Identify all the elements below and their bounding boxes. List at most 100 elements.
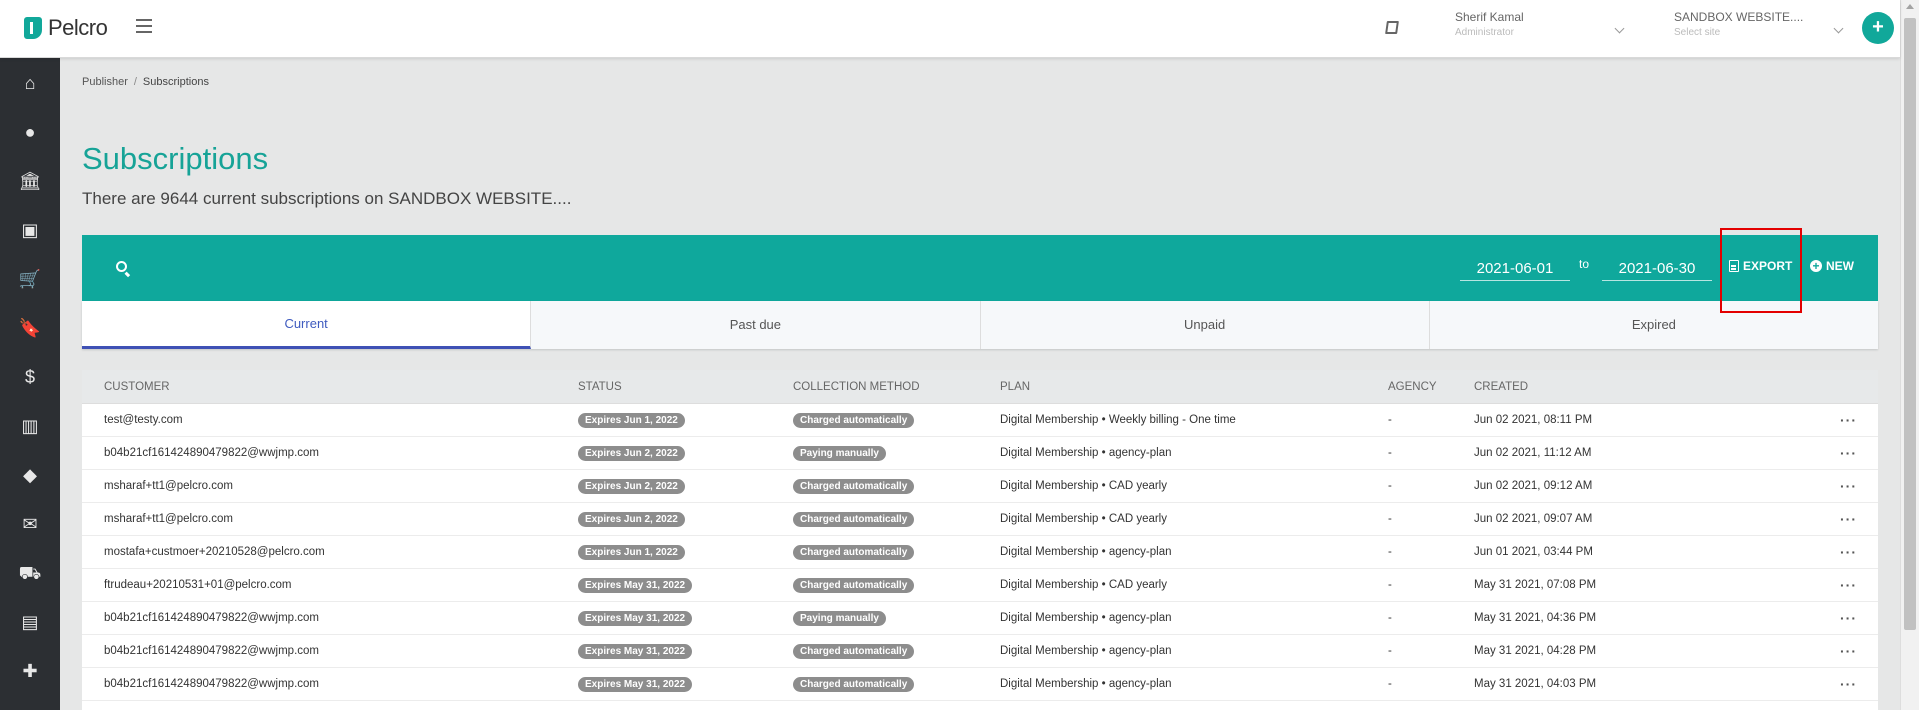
search-icon[interactable]: [116, 261, 127, 272]
table-row[interactable]: b04b21cf161424890479822@wwjmp.com Expires…: [82, 437, 1878, 470]
row-actions-icon[interactable]: ···: [1840, 643, 1857, 659]
tab-current[interactable]: Current: [82, 301, 532, 349]
cell-created: May 31 2021, 04:28 PM: [1474, 645, 1597, 657]
row-actions-icon[interactable]: ···: [1840, 610, 1857, 626]
sidebar-item-chart[interactable]: ▥: [0, 401, 60, 450]
cell-created: Jun 02 2021, 11:12 AM: [1474, 447, 1592, 459]
cell-agency: -: [1388, 546, 1392, 558]
tab-past-due[interactable]: Past due: [531, 301, 981, 349]
bookmark-icon: 🔖: [18, 317, 42, 338]
new-button[interactable]: + NEW: [1810, 259, 1854, 273]
breadcrumb-separator: /: [133, 76, 137, 88]
page-scrollbar[interactable]: [1900, 0, 1919, 710]
header-created[interactable]: CREATED: [1474, 381, 1528, 393]
sidebar-item-user[interactable]: ●: [0, 107, 60, 156]
table-body: test@testy.com Expires Jun 1, 2022 Charged…: [82, 404, 1878, 701]
sidebar-item-mail[interactable]: ✉: [0, 499, 60, 548]
date-to-input[interactable]: [1602, 257, 1712, 281]
table-row[interactable]: test@testy.com Expires Jun 1, 2022 Charged…: [82, 404, 1878, 437]
row-actions-icon[interactable]: ···: [1840, 676, 1857, 692]
cell-status: Expires Jun 2, 2022: [578, 445, 685, 461]
sidebar-item-cart[interactable]: 🛒: [0, 254, 60, 303]
sidebar-item-puzzle[interactable]: ✚: [0, 646, 60, 695]
table-row[interactable]: mostafa+custmoer+20210528@pelcro.com Expi…: [82, 536, 1878, 569]
cell-created: Jun 01 2021, 03:44 PM: [1474, 546, 1593, 558]
row-actions-icon[interactable]: ···: [1840, 445, 1857, 461]
header-status[interactable]: STATUS: [578, 381, 622, 393]
table-row[interactable]: b04b21cf161424890479822@wwjmp.com Expires…: [82, 668, 1878, 701]
cell-status: Expires Jun 1, 2022: [578, 412, 685, 428]
logo-text: Pelcro: [48, 15, 108, 40]
pelcro-logo[interactable]: Pelcro: [24, 15, 108, 41]
cell-agency: -: [1388, 513, 1392, 525]
top-bar: Pelcro Sherif Kamal Administrator SANDBO…: [0, 0, 1900, 58]
file-export-icon: [1729, 260, 1739, 272]
chart-icon: ▥: [21, 415, 39, 436]
tab-unpaid[interactable]: Unpaid: [980, 301, 1430, 349]
tab-expired[interactable]: Expired: [1429, 301, 1878, 349]
scroll-up-arrow-icon[interactable]: [1906, 4, 1914, 9]
sidebar-item-bookmark[interactable]: 🔖: [0, 303, 60, 352]
cell-customer[interactable]: b04b21cf161424890479822@wwjmp.com: [104, 612, 319, 624]
sidebar-item-briefcase[interactable]: ▣: [0, 205, 60, 254]
pelcro-logo-icon: [24, 17, 42, 39]
truck-icon: ⛟: [18, 562, 42, 583]
page-subtitle: There are 9644 current subscriptions on …: [82, 189, 572, 208]
mail-icon: ✉: [22, 513, 38, 534]
table-row[interactable]: msharaf+tt1@pelcro.com Expires Jun 2, 202…: [82, 470, 1878, 503]
sidebar-item-dollar[interactable]: $: [0, 352, 60, 401]
cell-created: Jun 02 2021, 08:11 PM: [1474, 414, 1593, 426]
table-row[interactable]: b04b21cf161424890479822@wwjmp.com Expires…: [82, 635, 1878, 668]
table-row[interactable]: msharaf+tt1@pelcro.com Expires Jun 2, 202…: [82, 503, 1878, 536]
sidebar-item-store[interactable]: ▤: [0, 597, 60, 646]
cell-plan: Digital Membership • Weekly billing - On…: [1000, 414, 1236, 426]
cell-status: Expires Jun 2, 2022: [578, 511, 685, 527]
date-from-input[interactable]: [1460, 257, 1570, 281]
table-row[interactable]: b04b21cf161424890479822@wwjmp.com Expires…: [82, 602, 1878, 635]
hamburger-menu-icon[interactable]: [136, 19, 152, 33]
breadcrumb-publisher[interactable]: Publisher: [82, 76, 128, 88]
cell-agency: -: [1388, 678, 1392, 690]
cell-collection-method: Charged automatically: [793, 577, 915, 593]
cell-collection-method: Charged automatically: [793, 511, 915, 527]
header-collection-method[interactable]: COLLECTION METHOD: [793, 381, 920, 393]
row-actions-icon[interactable]: ···: [1840, 478, 1857, 494]
cell-customer[interactable]: msharaf+tt1@pelcro.com: [104, 513, 233, 525]
dollar-icon: $: [24, 366, 35, 387]
cell-customer[interactable]: b04b21cf161424890479822@wwjmp.com: [104, 645, 319, 657]
cell-customer[interactable]: b04b21cf161424890479822@wwjmp.com: [104, 447, 319, 459]
sidebar-item-tag[interactable]: ◆: [0, 450, 60, 499]
status-badge: Expires May 31, 2022: [578, 643, 693, 659]
site-name: SANDBOX WEBSITE....: [1674, 10, 1804, 24]
scrollbar-thumb[interactable]: [1904, 18, 1916, 630]
table-header: CUSTOMER STATUS COLLECTION METHOD PLAN A…: [82, 370, 1878, 404]
book-icon[interactable]: [1385, 21, 1399, 34]
cell-customer[interactable]: ftrudeau+20210531+01@pelcro.com: [104, 579, 292, 591]
export-button[interactable]: EXPORT: [1729, 259, 1792, 273]
cell-collection-method: Charged automatically: [793, 412, 915, 428]
cell-customer[interactable]: mostafa+custmoer+20210528@pelcro.com: [104, 546, 325, 558]
header-agency[interactable]: AGENCY: [1388, 381, 1437, 393]
table-row[interactable]: ftrudeau+20210531+01@pelcro.com Expires M…: [82, 569, 1878, 602]
cell-customer[interactable]: test@testy.com: [104, 414, 183, 426]
header-customer[interactable]: CUSTOMER: [104, 381, 170, 393]
cell-status: Expires May 31, 2022: [578, 676, 693, 692]
sidebar-item-bank[interactable]: 🏛: [0, 156, 60, 205]
site-selector[interactable]: SANDBOX WEBSITE.... Select site: [1674, 10, 1844, 46]
add-button[interactable]: +: [1862, 12, 1894, 44]
cell-collection-method: Charged automatically: [793, 478, 915, 494]
row-actions-icon[interactable]: ···: [1840, 544, 1857, 560]
cell-customer[interactable]: msharaf+tt1@pelcro.com: [104, 480, 233, 492]
sidebar-item-truck[interactable]: ⛟: [0, 548, 60, 597]
row-actions-icon[interactable]: ···: [1840, 412, 1857, 428]
row-actions-icon[interactable]: ···: [1840, 577, 1857, 593]
row-actions-icon[interactable]: ···: [1840, 511, 1857, 527]
collection-method-badge: Charged automatically: [793, 412, 915, 428]
user-dropdown[interactable]: Sherif Kamal Administrator: [1455, 10, 1625, 46]
cell-customer[interactable]: b04b21cf161424890479822@wwjmp.com: [104, 678, 319, 690]
plus-circle-icon: +: [1810, 260, 1822, 272]
cell-plan: Digital Membership • CAD yearly: [1000, 513, 1167, 525]
header-plan[interactable]: PLAN: [1000, 381, 1030, 393]
sidebar-item-home[interactable]: ⌂: [0, 58, 60, 107]
cell-plan: Digital Membership • agency-plan: [1000, 645, 1172, 657]
